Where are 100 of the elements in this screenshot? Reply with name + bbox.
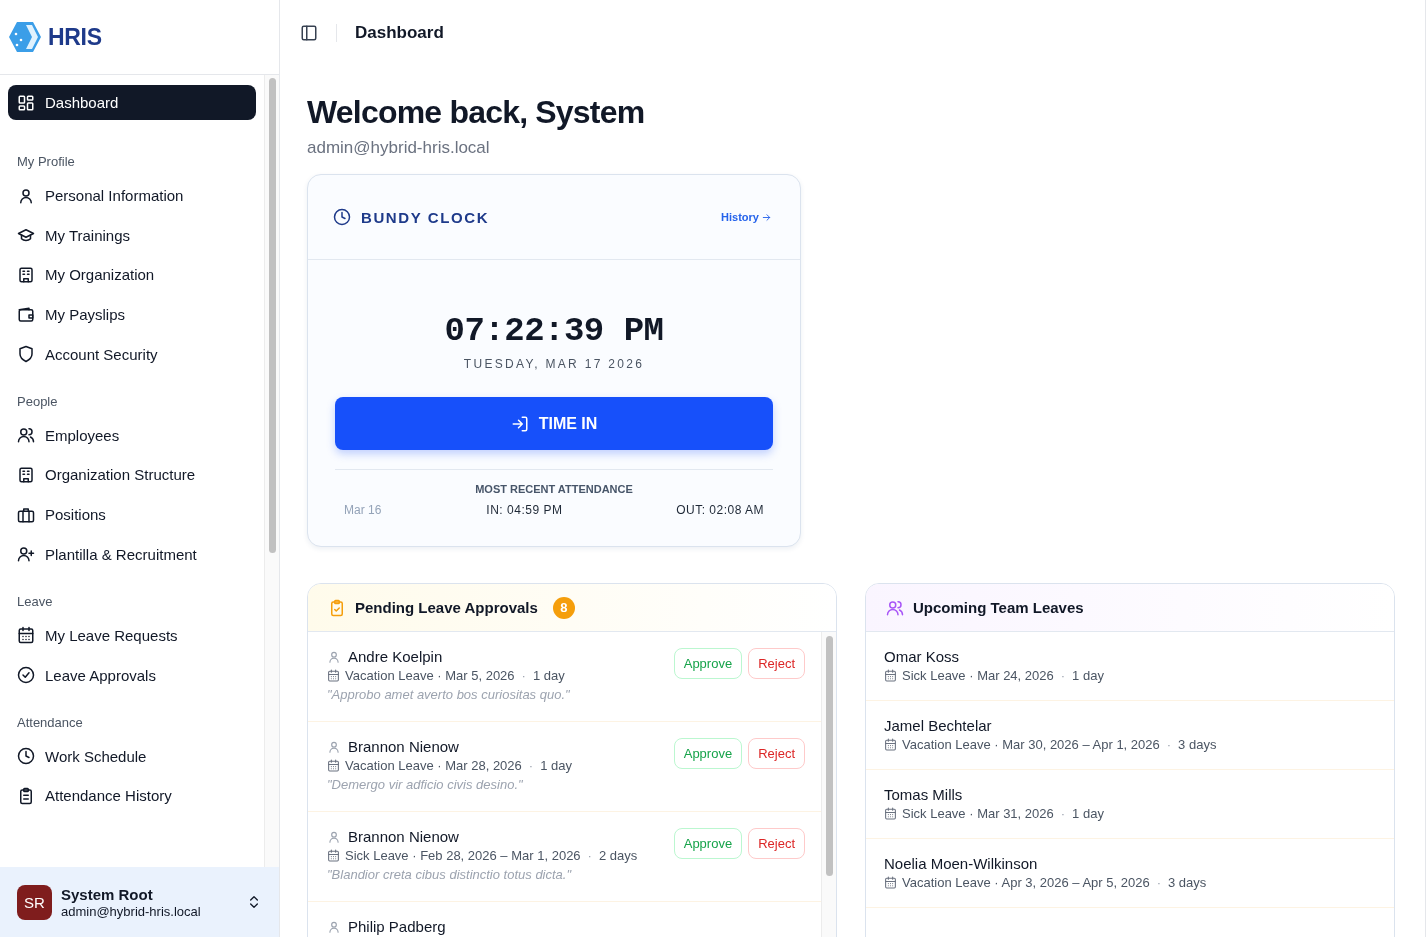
separator-dot: · [528,758,534,773]
reject-button[interactable]: Reject [748,738,805,769]
calendar-icon [17,626,35,645]
nav-item[interactable]: Plantilla & Recruitment [8,536,256,572]
sign-in-icon [510,414,529,433]
scrollbar[interactable] [268,78,276,553]
page-title: Dashboard [355,23,444,43]
reject-button[interactable]: Reject [748,648,805,679]
time-out-value: OUT: 02:08 AM [676,503,765,517]
clock-icon [333,208,351,226]
leave-details: Sick Leave · Mar 24, 2026 [902,668,1054,683]
person-plus-icon [17,545,35,564]
building-icon [17,465,35,484]
leave-reason: "Blandior creta cibus distinctio totus dicta." [327,867,573,882]
card-title: Upcoming Team Leaves [913,599,1084,616]
calendar-icon [884,669,897,682]
user-name: System Root [61,885,154,903]
nav-item[interactable]: Work Schedule [8,738,256,774]
time-in-value: IN: 04:59 PM [485,503,564,517]
user-email: admin@hybrid-hris.local [307,138,491,158]
separator-dot: · [521,668,526,683]
nav-item[interactable]: Attendance History [8,778,256,814]
nav-item[interactable]: My Payslips [8,297,256,333]
leave-duration: 1 day [1072,668,1104,683]
nav-item[interactable]: My Organization [8,257,256,293]
scrollbar[interactable] [825,636,833,876]
person-icon [17,186,35,205]
calendar-icon [884,738,897,751]
card-title: Pending Leave Approvals [355,599,538,616]
user-menu[interactable]: SR System Root admin@hybrid-hris.local [0,867,279,937]
separator-dot: · [1166,737,1172,752]
leave-duration: 3 days [1168,875,1207,890]
calendar-icon [327,759,340,772]
leave-duration: 1 day [1072,806,1104,821]
employee-name: Philip Padberg [348,918,446,935]
separator-dot: · [1156,875,1161,890]
clock-date: TUESDAY, MAR 17 2026 [463,357,645,371]
nav-item[interactable]: My Leave Requests [8,617,256,653]
separator-dot: · [1060,668,1066,683]
user-email: admin@hybrid-hris.local [61,903,202,919]
leave-details: Vacation Leave · Mar 28, 2026 [345,758,522,773]
nav-item[interactable]: Positions [8,497,256,533]
person-icon [327,649,341,664]
section-heading: My Profile [16,154,76,169]
leave-details: Sick Leave · Mar 31, 2026 [902,806,1054,821]
history-link[interactable]: History [721,211,772,223]
nav-item[interactable]: Employees [8,417,256,453]
avatar: SR [17,884,52,920]
nav-item[interactable]: My Trainings [8,217,256,253]
nav-item[interactable]: Account Security [8,336,256,372]
clipboard-check-icon [328,598,346,617]
people-icon [17,426,35,445]
leave-reason: "Approbo amet averto bos curiositas quo." [327,687,571,702]
shield-icon [17,345,35,364]
clock-time: 07:22:39 PM [444,312,664,350]
people-icon [886,598,904,617]
person-icon [327,919,341,934]
section-heading: People [16,393,59,409]
nav-item[interactable]: Personal Information [8,178,256,213]
clock-icon [17,747,35,765]
briefcase-icon [17,505,35,524]
app-name: HRIS [48,23,102,51]
welcome-heading: Welcome back, System [307,94,646,131]
count-badge: 8 [552,596,575,619]
employee-name: Omar Koss [884,648,960,665]
employee-name: Noelia Moen-Wilkinson [884,855,1039,872]
leave-details: Sick Leave · Feb 28, 2026 – Mar 1, 2026 [345,848,581,863]
employee-name: Brannon Nienow [348,738,459,755]
calendar-icon [884,807,897,820]
calendar-icon [884,876,897,889]
leave-duration: 1 day [540,758,572,773]
section-label: MOST RECENT ATTENDANCE [474,483,634,495]
clipboard-icon [17,786,35,805]
nav-item[interactable]: Dashboard [8,85,256,120]
reject-button[interactable]: Reject [748,828,805,859]
separator-dot: · [587,848,592,863]
time-in-button[interactable]: TIME IN [335,397,773,450]
section-heading: Leave [16,593,54,609]
wallet-icon [17,305,35,324]
cube-logo-icon [8,21,42,53]
building-icon [17,265,35,284]
employee-name: Jamel Bechtelar [884,717,993,734]
check-circle-icon [17,666,35,684]
nav-item[interactable]: Leave Approvals [8,657,256,693]
person-icon [327,829,341,844]
person-icon [327,739,341,754]
section-heading: Attendance [16,714,84,730]
calendar-icon [327,669,340,682]
leave-details: Vacation Leave · Apr 3, 2026 – Apr 5, 2026 [902,875,1150,890]
employee-name: Andre Koelpin [348,648,443,665]
employee-name: Tomas Mills [884,786,964,803]
calendar-icon [327,849,340,862]
leave-details: Vacation Leave · Mar 5, 2026 [345,668,515,683]
attendance-date: Mar 16 [343,503,382,517]
nav-item[interactable]: Organization Structure [8,457,256,493]
leave-details: Vacation Leave · Mar 30, 2026 – Apr 1, 2026 [902,737,1160,752]
leave-duration: 3 days [1178,737,1217,752]
separator-dot: · [1060,806,1066,821]
leave-reason: "Demergo vir adficio civis desino." [327,777,524,792]
grid-icon [17,93,35,112]
